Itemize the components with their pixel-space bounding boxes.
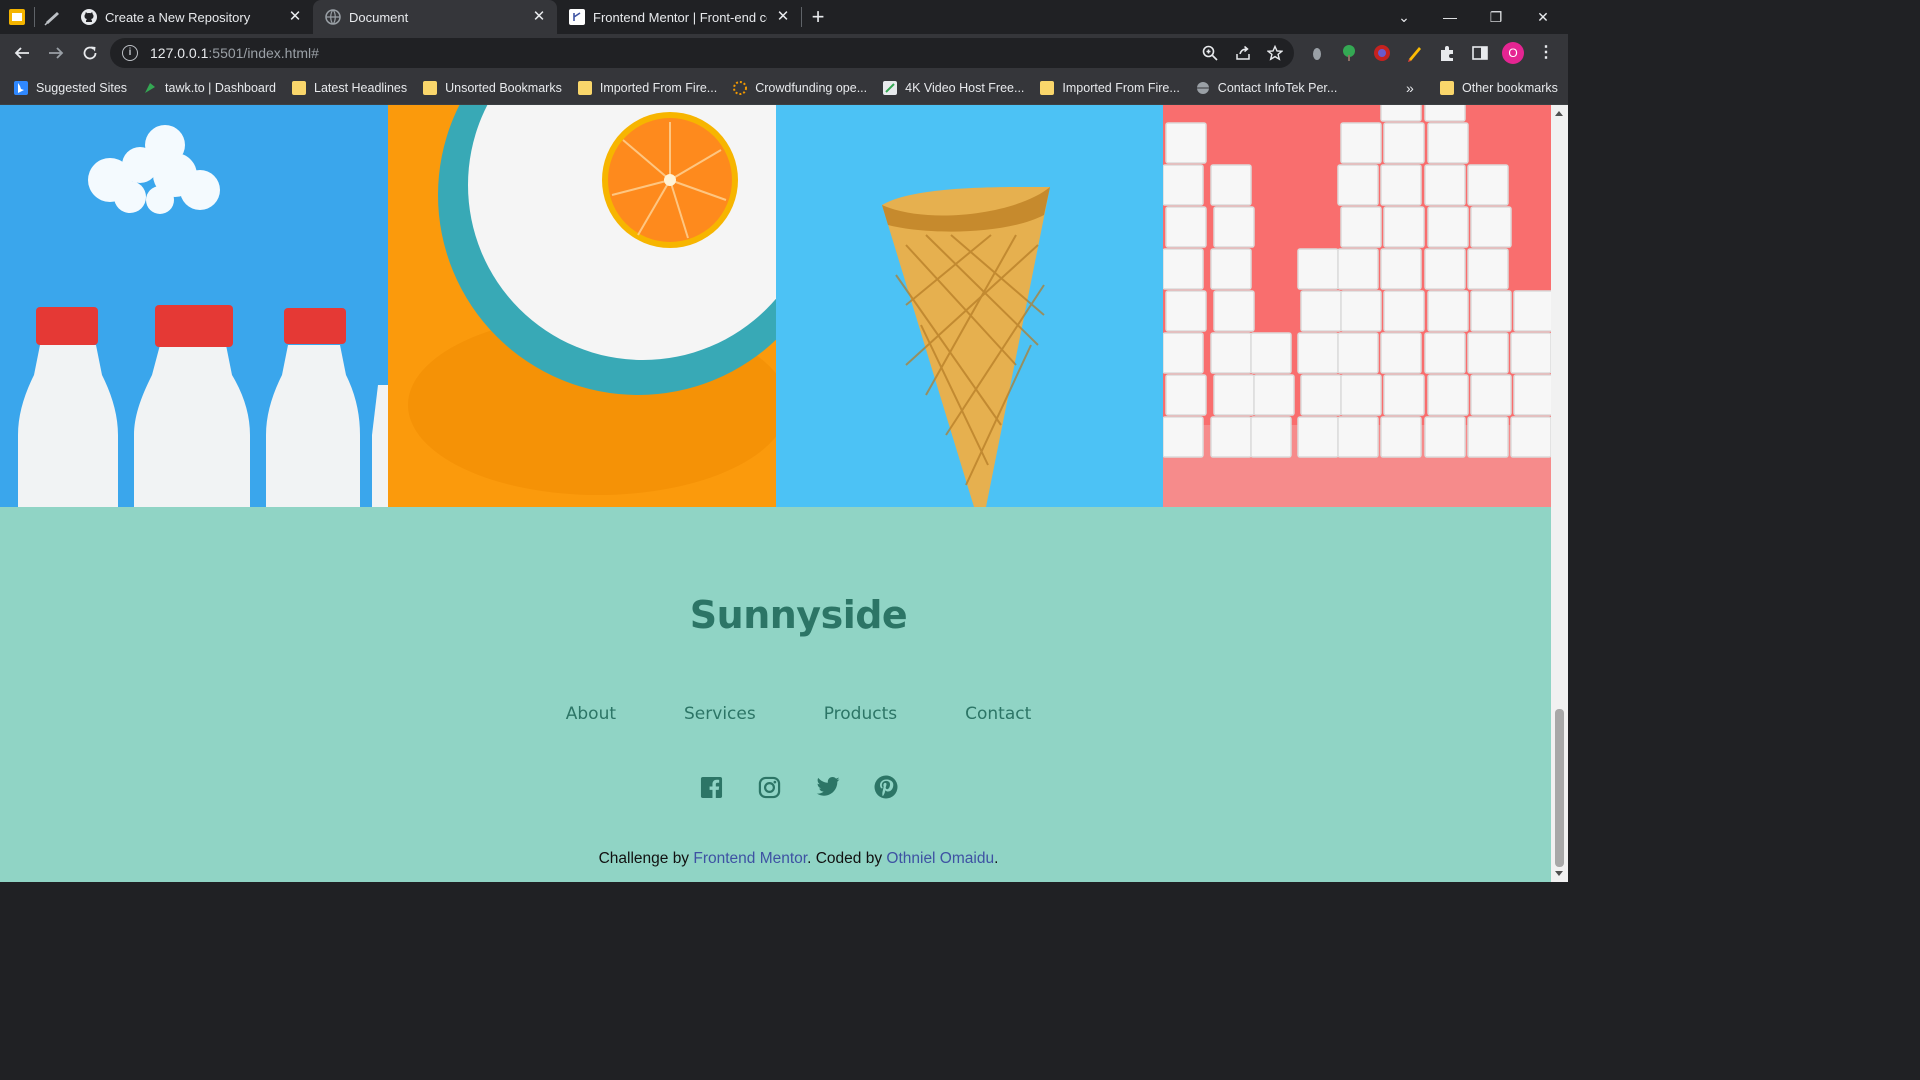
scroll-down-arrow-icon[interactable] xyxy=(1555,871,1563,876)
vertical-scrollbar[interactable] xyxy=(1551,105,1568,882)
globe-icon xyxy=(1196,82,1209,94)
footer-nav: About Services Products Contact xyxy=(0,704,1551,724)
close-window-button[interactable]: ✕ xyxy=(1520,0,1566,34)
bing-icon xyxy=(14,81,28,95)
video-host-icon xyxy=(883,81,898,95)
scrollbar-thumb[interactable] xyxy=(1555,709,1564,867)
extension-pen-icon[interactable] xyxy=(1406,44,1424,62)
twitter-icon[interactable] xyxy=(816,775,840,799)
orange-plate-image xyxy=(387,105,776,507)
author-link[interactable]: Othniel Omaidu xyxy=(886,850,994,867)
site-info-icon[interactable]: i xyxy=(122,45,138,61)
tab-title: Create a New Repository xyxy=(105,9,251,25)
page-viewport: Sunnyside About Services Products Contac… xyxy=(0,105,1551,882)
bookmark-item[interactable]: Latest Headlines xyxy=(284,74,415,102)
browser-toolbar: i 127.0.0.1:5501/index.html# O ⋮ xyxy=(0,34,1568,72)
folder-icon xyxy=(577,81,592,95)
frontend-mentor-icon xyxy=(569,9,585,25)
tab-strip: Create a New Repository ✕ Document ✕ Fro… xyxy=(0,0,1568,34)
back-arrow-icon xyxy=(14,47,29,59)
gallery-photo-orange xyxy=(387,105,776,507)
github-icon xyxy=(81,9,97,25)
tab-frontend-mentor[interactable]: Frontend Mentor | Front-end coding chall… xyxy=(557,0,801,34)
folder-icon xyxy=(292,81,306,95)
slides-icon xyxy=(9,9,25,25)
profile-avatar[interactable]: O xyxy=(1502,42,1524,64)
bookmark-item[interactable]: Imported From Fire... xyxy=(1032,74,1187,102)
bookmark-item[interactable]: 4K Video Host Free... xyxy=(875,74,1032,102)
address-bar[interactable]: i 127.0.0.1:5501/index.html# xyxy=(110,38,1294,68)
extensions-puzzle-icon[interactable] xyxy=(1438,44,1456,62)
pinned-tab-tool[interactable] xyxy=(35,0,69,34)
folder-icon xyxy=(1440,81,1454,95)
pinterest-icon[interactable] xyxy=(874,775,898,799)
bookmark-item[interactable]: tawk.to | Dashboard xyxy=(135,74,284,102)
forward-button[interactable] xyxy=(40,37,72,69)
share-icon[interactable] xyxy=(1235,45,1251,61)
new-tab-button[interactable]: + xyxy=(802,0,834,34)
telescope-icon xyxy=(44,12,59,26)
reload-button[interactable] xyxy=(74,37,106,69)
extension-mouse-icon[interactable] xyxy=(1308,44,1326,62)
tab-close-icon[interactable]: ✕ xyxy=(775,9,791,25)
other-bookmarks[interactable]: Other bookmarks xyxy=(1432,74,1566,102)
folder-icon xyxy=(1040,81,1055,95)
back-button[interactable] xyxy=(6,37,38,69)
bookmarks-overflow-button[interactable]: » xyxy=(1398,74,1422,102)
bookmark-item[interactable]: Suggested Sites xyxy=(6,74,135,102)
extension-block-icon[interactable] xyxy=(1373,44,1391,62)
photo-gallery xyxy=(0,105,1551,507)
milk-bottles-image xyxy=(0,105,388,507)
globe-icon xyxy=(325,9,341,25)
bookmarks-bar: Suggested Sites tawk.to | Dashboard Late… xyxy=(0,72,1568,105)
social-links xyxy=(0,775,1551,799)
browser-menu-icon[interactable]: ⋮ xyxy=(1536,42,1556,64)
bookmark-star-icon[interactable] xyxy=(1267,45,1283,61)
tawk-icon xyxy=(145,83,156,93)
gallery-photo-milk xyxy=(0,105,388,507)
bookmark-item[interactable]: Imported From Fire... xyxy=(570,74,725,102)
tab-title: Document xyxy=(349,9,409,25)
footer-link-contact[interactable]: Contact xyxy=(965,704,1031,724)
extension-tree-icon[interactable] xyxy=(1340,44,1358,62)
reload-icon xyxy=(83,46,97,60)
address-url: 127.0.0.1:5501/index.html# xyxy=(150,45,319,61)
frontend-mentor-link[interactable]: Frontend Mentor xyxy=(693,850,807,867)
crowdfunding-icon xyxy=(733,81,748,95)
forward-arrow-icon xyxy=(49,47,64,59)
bookmark-item[interactable]: Unsorted Bookmarks xyxy=(415,74,570,102)
instagram-icon[interactable] xyxy=(758,775,782,799)
tab-create-repository[interactable]: Create a New Repository ✕ xyxy=(69,0,313,34)
gallery-photo-cone xyxy=(775,105,1164,507)
side-panel-icon[interactable] xyxy=(1471,44,1489,62)
zoom-icon[interactable] xyxy=(1202,45,1218,61)
tab-title: Frontend Mentor | Front-end coding chall… xyxy=(593,9,767,25)
pinned-tab-slides[interactable] xyxy=(0,0,34,34)
footer-link-services[interactable]: Services xyxy=(684,704,756,724)
minimize-button[interactable]: — xyxy=(1427,0,1473,34)
sugar-cubes-image xyxy=(1163,105,1551,507)
bookmark-item[interactable]: Contact InfoTek Per... xyxy=(1188,74,1346,102)
footer-attribution: Challenge by Frontend Mentor. Coded by O… xyxy=(598,850,999,867)
restore-button[interactable]: ❐ xyxy=(1473,0,1519,34)
folder-icon xyxy=(423,81,438,95)
footer-brand[interactable]: Sunnyside xyxy=(0,593,1551,637)
tab-document[interactable]: Document ✕ xyxy=(313,0,557,34)
bookmark-item[interactable]: Crowdfunding ope... xyxy=(725,74,875,102)
footer-link-products[interactable]: Products xyxy=(824,704,897,724)
tab-search-icon[interactable]: ⌄ xyxy=(1381,0,1427,34)
waffle-cone-image xyxy=(775,105,1164,507)
site-footer: Sunnyside About Services Products Contac… xyxy=(0,507,1551,882)
scroll-up-arrow-icon[interactable] xyxy=(1555,111,1563,116)
footer-link-about[interactable]: About xyxy=(566,704,616,724)
gallery-photo-sugar xyxy=(1163,105,1551,507)
tab-close-icon[interactable]: ✕ xyxy=(531,9,547,25)
facebook-icon[interactable] xyxy=(700,775,724,799)
tab-close-icon[interactable]: ✕ xyxy=(287,9,303,25)
